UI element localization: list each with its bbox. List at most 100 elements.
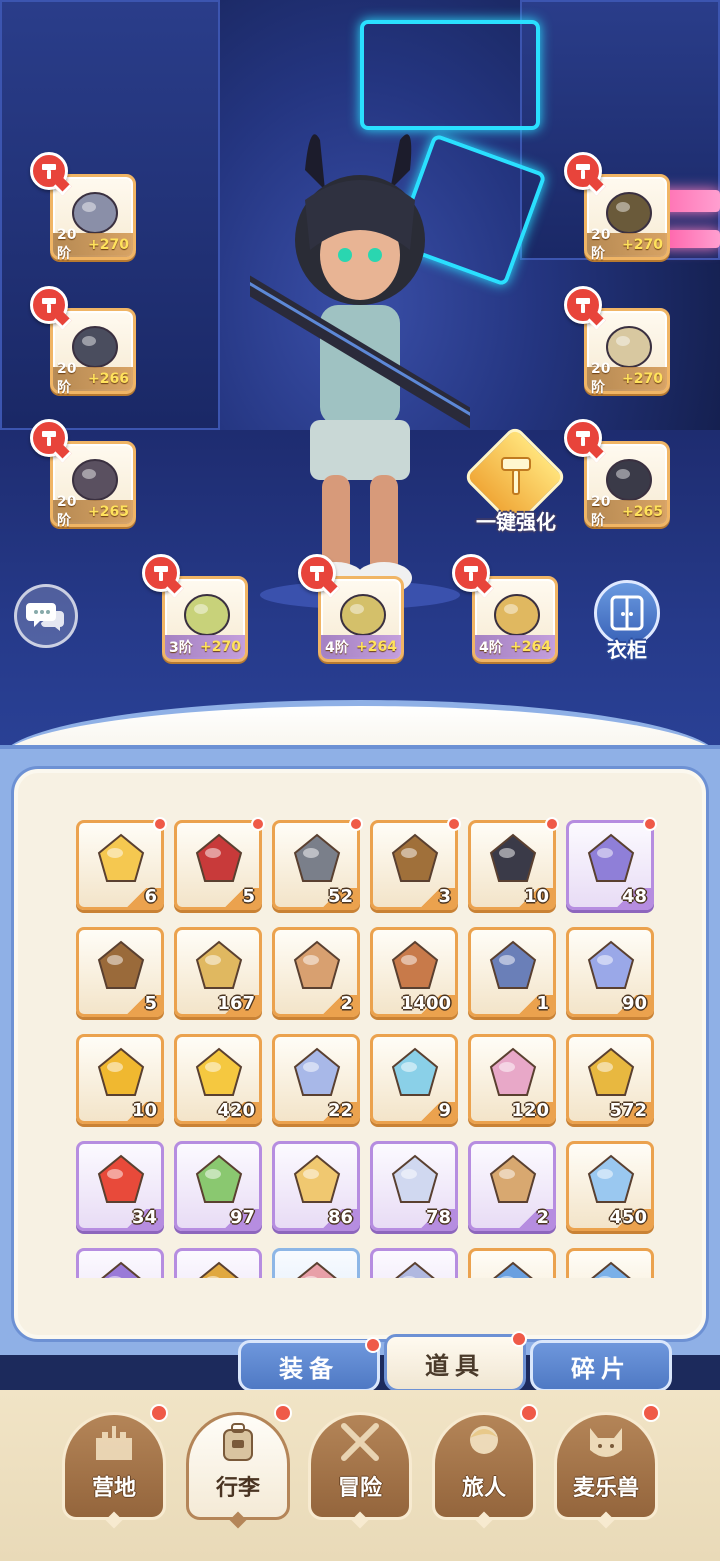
equipment-bonus: +270: [622, 237, 663, 253]
spoon-icon: [195, 940, 243, 989]
inventory-item[interactable]: 97: [174, 1141, 262, 1231]
equipment-bonus: +264: [356, 639, 397, 655]
hammer-icon: [464, 566, 478, 581]
notification-dot: [349, 817, 363, 831]
nav-traveler[interactable]: 旅人: [432, 1404, 538, 1532]
equipment-bonus: +264: [510, 639, 551, 655]
item-count: 52: [327, 886, 353, 907]
item-count: 97: [229, 1207, 255, 1228]
item-count: 48: [621, 886, 647, 907]
tab-label: 道具: [425, 1351, 485, 1380]
nav-adventure[interactable]: 冒险: [308, 1412, 412, 1532]
nav-pet[interactable]: 麦乐兽: [554, 1404, 660, 1532]
inventory-item[interactable]: 9: [370, 1034, 458, 1124]
enhance-hammer-button[interactable]: [30, 286, 68, 324]
inventory-item[interactable]: 450: [566, 1141, 654, 1231]
inventory-grid[interactable]: 6 5 52 3 10 48 5 167 2 1400 1 90 10 420 22 9 120 572 34 97 8…: [72, 816, 668, 1278]
item-count: 5: [242, 886, 255, 907]
nav-label: 行李: [215, 1476, 260, 1501]
equipment-bonus: +266: [88, 371, 129, 387]
item-count: 22: [327, 1100, 353, 1121]
equipment-bonus: +265: [622, 504, 663, 520]
tab-items[interactable]: 道具: [384, 1331, 527, 1392]
item-count: 10: [523, 886, 549, 907]
purple-gem-icon: [101, 1261, 141, 1278]
rarity-corner: [120, 995, 164, 1017]
rarity-corner: [120, 888, 164, 910]
chest-bundle-icon: [489, 940, 537, 989]
inventory-item[interactable]: 572: [566, 1034, 654, 1124]
inventory-item[interactable]: 420: [174, 1034, 262, 1124]
inventory-item[interactable]: 5: [76, 927, 164, 1017]
stone-shard-icon: [293, 833, 341, 882]
nav-camp[interactable]: 营地: [62, 1404, 168, 1532]
inventory-item[interactable]: [76, 1248, 164, 1278]
inventory-item[interactable]: 52: [272, 817, 363, 910]
ice-crystal-icon: [391, 1047, 439, 1096]
equipment-tier: 4阶: [325, 640, 349, 656]
notification-dot: [520, 1404, 538, 1422]
item-count: 167: [217, 993, 255, 1014]
enhance-hammer-button[interactable]: [30, 152, 68, 190]
inventory-item[interactable]: 22: [272, 1034, 360, 1124]
equipment-tier: 20阶: [591, 361, 611, 396]
ribbon-icon: [297, 1261, 337, 1278]
inventory-item[interactable]: 167: [174, 927, 262, 1017]
enhance-all-button[interactable]: 一键强化: [462, 424, 568, 536]
inventory-item[interactable]: 1400: [370, 927, 458, 1017]
horseshoe-icon: [97, 1154, 145, 1203]
inventory-item[interactable]: 2: [468, 1141, 556, 1231]
equipment-tier: 20阶: [57, 494, 77, 529]
inventory-item[interactable]: 2: [272, 927, 360, 1017]
item-count: 10: [131, 1100, 157, 1121]
chat-button[interactable]: [14, 584, 78, 648]
tab-equipment[interactable]: 装备: [238, 1337, 381, 1392]
inventory-item[interactable]: [370, 1248, 458, 1278]
player-character: [250, 134, 470, 609]
inventory-item[interactable]: 10: [468, 817, 559, 910]
inventory-item[interactable]: 5: [174, 817, 265, 910]
wardrobe-icon: [610, 595, 644, 631]
enhance-hammer-button[interactable]: [298, 554, 336, 592]
hammer-icon: [576, 298, 590, 313]
enhance-hammer-button[interactable]: [142, 554, 180, 592]
red-card-icon: [195, 833, 243, 882]
inventory-item[interactable]: [174, 1248, 262, 1278]
enhance-hammer-button[interactable]: [452, 554, 490, 592]
inventory-item[interactable]: [468, 1248, 556, 1278]
hammer-icon: [42, 164, 56, 179]
inventory-item[interactable]: 3: [370, 817, 461, 910]
paint-tube-icon: [489, 1047, 537, 1096]
enhance-hammer-button[interactable]: [564, 419, 602, 457]
inventory-item[interactable]: [566, 1248, 654, 1278]
inventory-item[interactable]: [272, 1248, 360, 1278]
inventory-item[interactable]: 34: [76, 1141, 164, 1231]
wardrobe-button[interactable]: 衣柜: [590, 580, 664, 662]
enhance-hammer-button[interactable]: [564, 152, 602, 190]
traveler-icon: [470, 1426, 498, 1454]
inventory-item[interactable]: 6: [76, 817, 167, 910]
paw-bag-icon: [489, 1154, 537, 1203]
wood-log-icon: [97, 940, 145, 989]
rarity-corner: [512, 1209, 556, 1231]
enhance-hammer-button[interactable]: [564, 286, 602, 324]
inventory-item[interactable]: 120: [468, 1034, 556, 1124]
nav-label: 麦乐兽: [572, 1476, 639, 1501]
item-count: 2: [536, 1207, 549, 1228]
item-count: 572: [609, 1100, 647, 1121]
inventory-item[interactable]: 48: [566, 817, 657, 910]
inventory-item[interactable]: 86: [272, 1141, 360, 1231]
hammer-icon: [42, 431, 56, 446]
inventory-item[interactable]: 1: [468, 927, 556, 1017]
star-ticket-icon: [97, 833, 145, 882]
rarity-corner: [316, 995, 360, 1017]
nav-luggage[interactable]: 行李: [186, 1404, 292, 1532]
cat-spoon-icon: [391, 1154, 439, 1203]
gold-gem-icon: [97, 1047, 145, 1096]
inventory-item[interactable]: 78: [370, 1141, 458, 1231]
equipment-bonus: +270: [88, 237, 129, 253]
inventory-item[interactable]: 10: [76, 1034, 164, 1124]
enhance-hammer-button[interactable]: [30, 419, 68, 457]
inventory-item[interactable]: 90: [566, 927, 654, 1017]
tab-fragments[interactable]: 碎片: [530, 1340, 672, 1392]
